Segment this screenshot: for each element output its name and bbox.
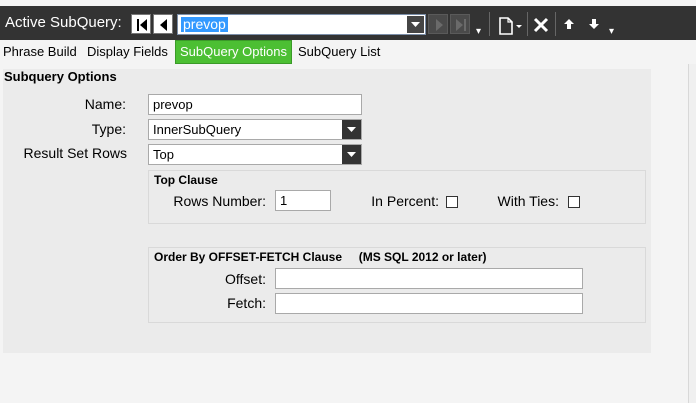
previous-icon: [154, 15, 174, 35]
active-subquery-value: prevop: [181, 16, 228, 32]
fetch-field[interactable]: [275, 293, 583, 314]
top-clause-title: Top Clause: [154, 173, 218, 187]
name-field[interactable]: prevop: [148, 94, 362, 115]
last-record-button[interactable]: [450, 14, 470, 34]
section-title: Subquery Options: [4, 69, 117, 84]
move-up-button[interactable]: [563, 17, 575, 39]
rows-number-field[interactable]: 1: [275, 190, 331, 211]
offset-label: Offset:: [225, 271, 266, 287]
empty-area: [0, 353, 696, 403]
with-ties-label: With Ties:: [497, 193, 559, 209]
tab-subquery-list[interactable]: SubQuery List: [298, 40, 380, 64]
previous-record-button[interactable]: [153, 14, 173, 34]
new-subquery-button[interactable]: [497, 16, 525, 38]
fetch-label: Fetch:: [227, 295, 266, 311]
result-set-rows-select[interactable]: Top: [148, 144, 362, 165]
delete-subquery-button[interactable]: [533, 17, 549, 39]
chevron-down-icon[interactable]: [342, 145, 361, 164]
toolbar-separator: [527, 12, 528, 36]
result-set-rows-label: Result Set Rows: [23, 145, 127, 161]
name-label: Name:: [84, 96, 126, 112]
next-record-button[interactable]: [428, 14, 448, 34]
toolbar-separator: [489, 12, 490, 36]
in-percent-label: In Percent:: [371, 193, 439, 209]
with-ties-checkbox[interactable]: [568, 196, 580, 208]
type-select-value: InnerSubQuery: [153, 122, 242, 137]
tab-bar: Phrase Build Display Fields SubQuery Opt…: [0, 40, 696, 64]
move-down-button[interactable]: [588, 17, 600, 39]
subquery-toolbar: Active SubQuery: prevop ▾ ▾: [0, 6, 696, 40]
active-subquery-label: Active SubQuery:: [5, 14, 122, 31]
new-icon: [497, 16, 525, 36]
in-percent-checkbox[interactable]: [446, 196, 458, 208]
result-set-rows-value: Top: [153, 147, 174, 162]
first-icon: [132, 15, 152, 35]
chevron-down-icon[interactable]: [342, 120, 361, 139]
overflow-icon[interactable]: ▾: [476, 26, 481, 37]
first-record-button[interactable]: [131, 14, 151, 34]
vertical-scrollbar[interactable]: [688, 64, 696, 403]
chevron-down-icon[interactable]: [407, 16, 424, 33]
order-by-title: Order By OFFSET-FETCH Clause (MS SQL 201…: [154, 250, 487, 264]
delete-icon: [533, 17, 549, 33]
type-label: Type:: [91, 121, 126, 137]
next-icon: [429, 15, 449, 35]
type-select[interactable]: InnerSubQuery: [148, 119, 362, 140]
overflow-icon[interactable]: ▾: [609, 26, 614, 37]
rows-number-label: Rows Number:: [173, 193, 266, 209]
last-icon: [451, 15, 471, 35]
tab-display-fields[interactable]: Display Fields: [87, 40, 168, 64]
move-up-icon: [563, 17, 575, 31]
move-down-icon: [588, 17, 600, 31]
active-subquery-select[interactable]: prevop: [177, 14, 426, 35]
tab-phrase-build[interactable]: Phrase Build: [3, 40, 77, 64]
toolbar-separator: [555, 12, 556, 36]
offset-field[interactable]: [275, 268, 583, 289]
tab-subquery-options[interactable]: SubQuery Options: [175, 40, 292, 64]
